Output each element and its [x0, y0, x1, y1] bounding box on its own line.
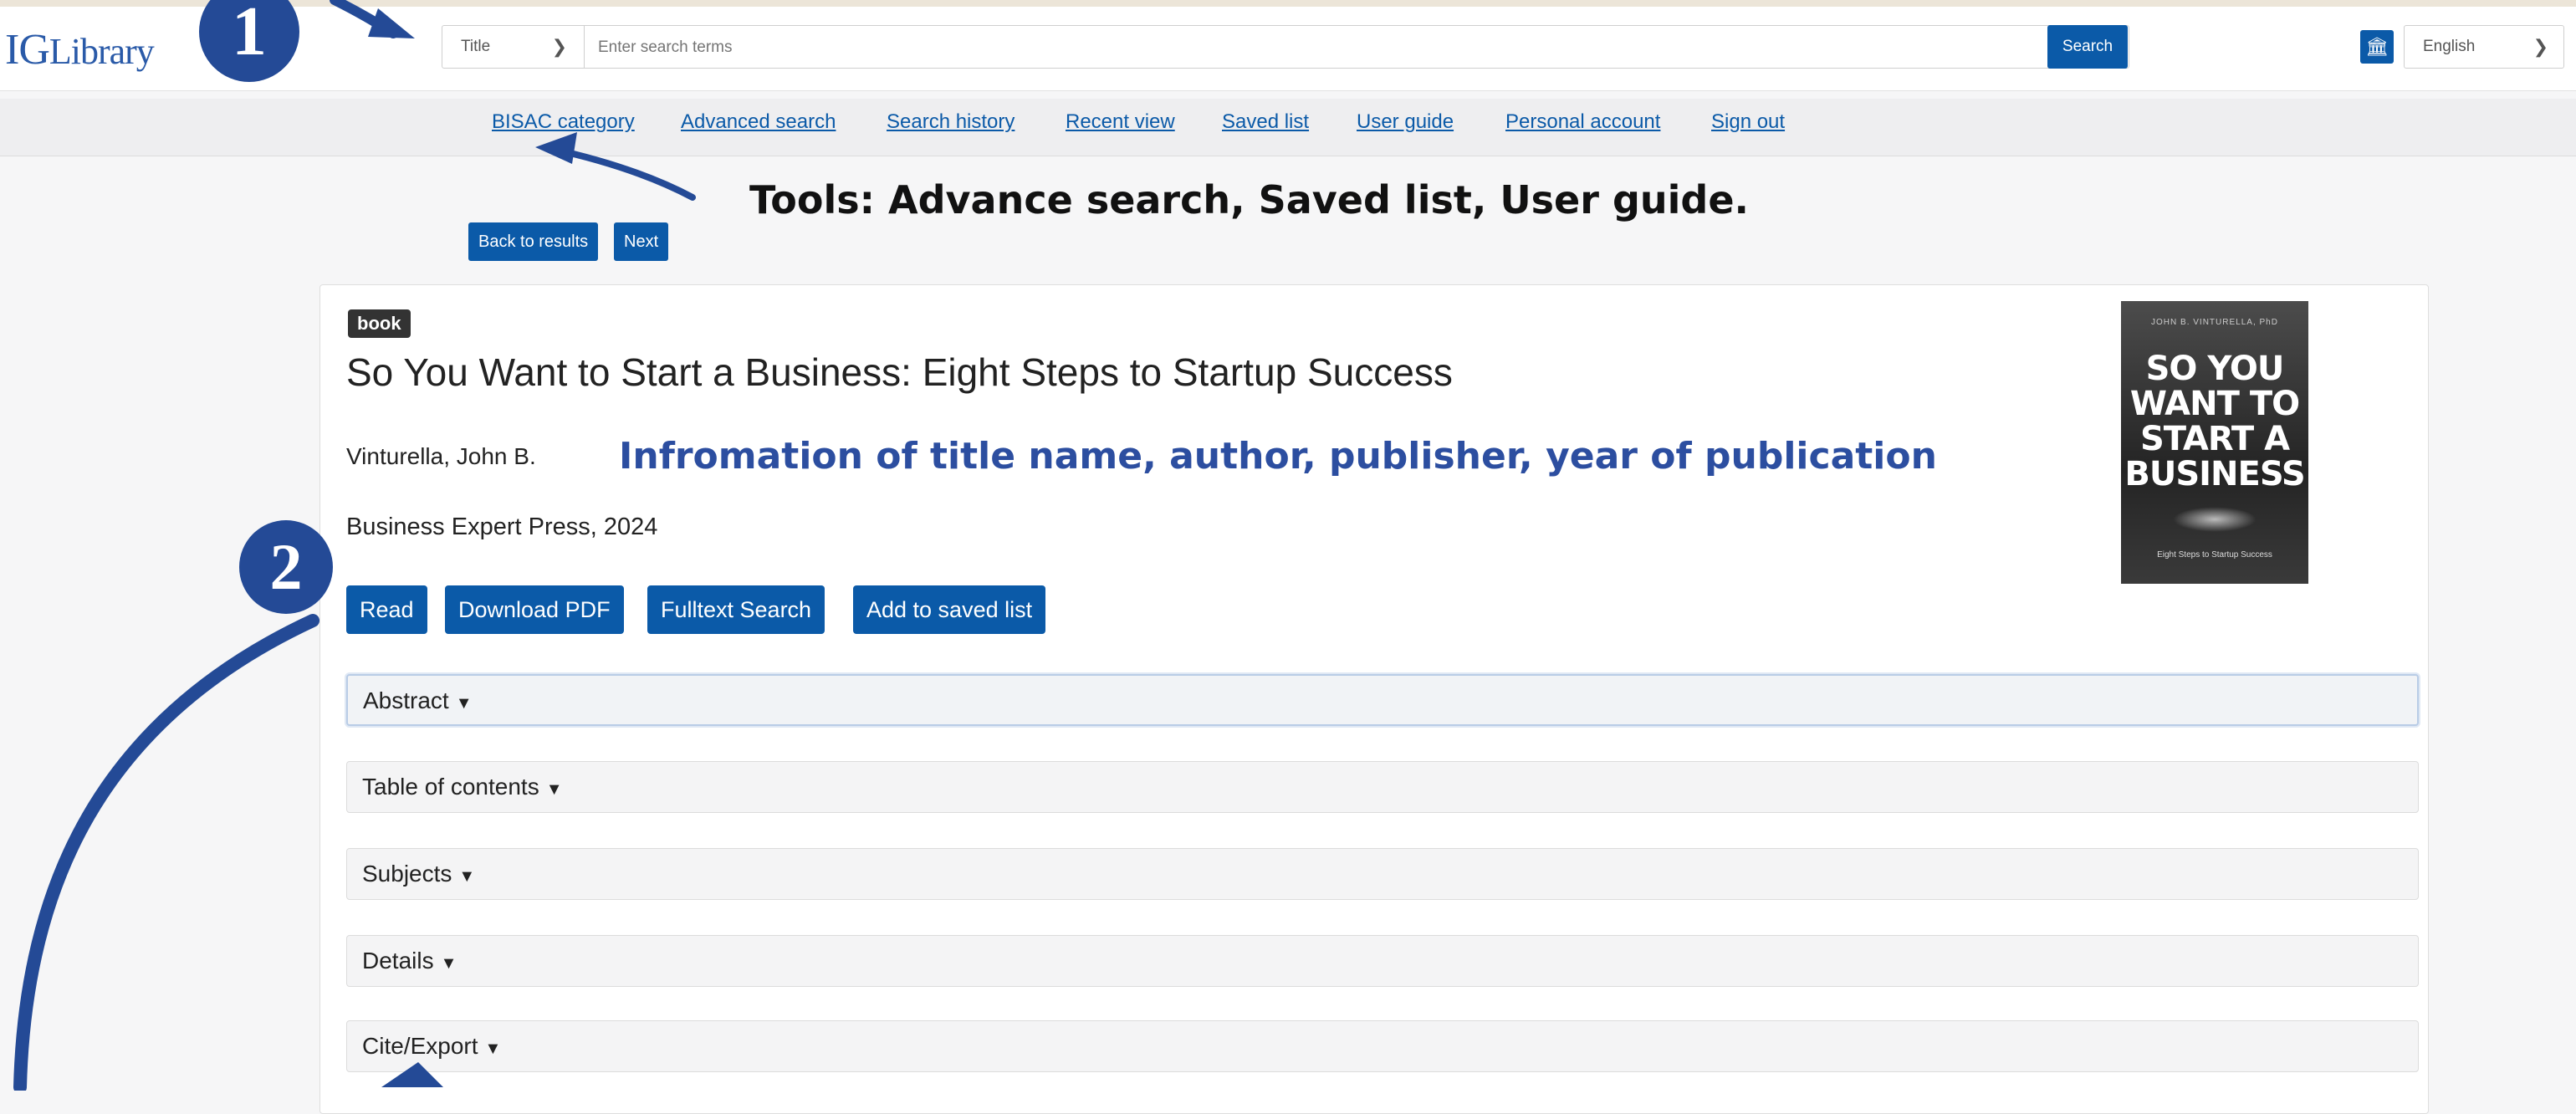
arrow-head-bisac: [535, 132, 577, 164]
big-curve-arrow: [13, 614, 319, 1091]
arrow-head-bottom: [381, 1062, 443, 1087]
annotation-arrows: [13, 0, 696, 1091]
arrow-head-search: [368, 8, 415, 38]
